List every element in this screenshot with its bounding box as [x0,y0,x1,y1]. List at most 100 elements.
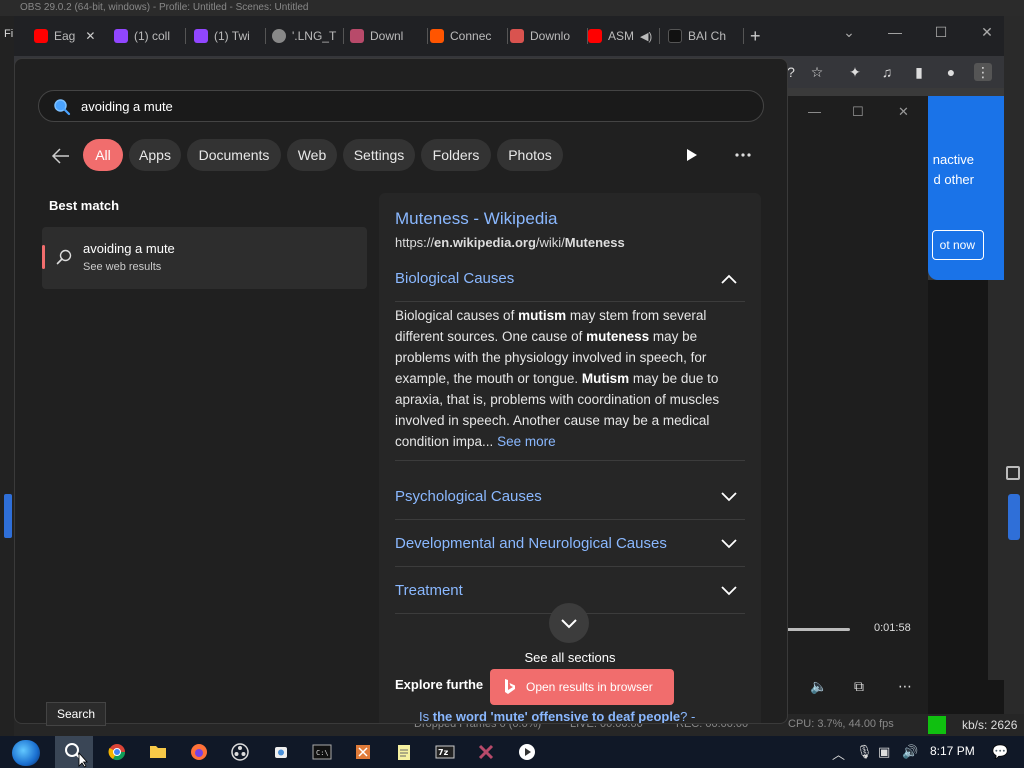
app-icon[interactable] [267,740,295,764]
tab-2[interactable]: (1) Twi [194,26,266,46]
tab-label: Connec [450,29,492,43]
obs-icon[interactable] [226,740,254,764]
selection-indicator [42,245,45,269]
section-biological-causes[interactable]: Biological Causes [395,256,745,302]
volume-icon[interactable]: 🔊 [902,744,918,760]
chevron-down-icon[interactable] [721,586,737,596]
youtube-icon [34,29,48,43]
file-explorer-icon[interactable] [144,740,172,764]
tab-search-icon[interactable]: ⌄ [826,16,872,48]
notification-card: nactive d other ot now [928,96,1004,280]
tab-3[interactable]: '.LNG_T [272,26,344,46]
close-icon[interactable]: ✕ [898,104,909,120]
show-hidden-icons[interactable]: ︿ [832,744,845,763]
bookmark-star-icon[interactable]: ☆ [808,63,826,81]
tab-label: (1) coll [134,29,171,43]
filter-settings[interactable]: Settings [343,139,415,171]
terminal-icon[interactable]: C:\ [308,740,336,764]
tab-6[interactable]: Downlo [510,26,588,46]
related-question-link[interactable]: Is the word 'mute' offensive to deaf peo… [419,709,695,724]
more-options-icon[interactable]: ⋯ [898,678,912,695]
url-domain: en.wikipedia.org [434,235,536,250]
scrollbar[interactable] [988,280,1004,680]
wiki-title-link[interactable]: Muteness - Wikipedia [395,209,558,229]
best-match-result[interactable]: avoiding a mute See web results [42,227,367,289]
play-icon[interactable] [685,148,699,162]
section-developmental-causes[interactable]: Developmental and Neurological Causes [395,521,745,567]
new-tab-button[interactable]: + [750,26,770,46]
back-arrow-icon[interactable] [51,147,71,165]
chevron-down-icon[interactable] [721,539,737,549]
expand-all-button[interactable] [549,603,589,643]
see-more-link[interactable]: See more [497,434,556,449]
background-blue-button[interactable] [1008,494,1020,540]
filter-folders[interactable]: Folders [421,139,491,171]
url-prefix: https:// [395,235,435,250]
speaker-icon[interactable]: ◀) [640,30,652,43]
extensions-icon[interactable]: ✦ [846,63,864,81]
notifications-icon[interactable]: 💬 [992,744,1008,760]
chrome-menu-icon[interactable]: ⋮ [974,63,992,81]
search-icon [54,99,71,116]
background-blue-button[interactable] [4,494,12,538]
chevron-down-icon[interactable] [721,492,737,502]
open-in-browser-button[interactable]: Open results in browser [490,669,674,705]
explore-further-heading: Explore furthe [395,677,484,692]
open-in-browser-label: Open results in browser [526,680,653,694]
tab-label: '.LNG_T [292,29,337,43]
tab-5[interactable]: Connec [430,26,508,46]
filter-apps[interactable]: Apps [129,139,181,171]
microphone-icon[interactable]: 🎙 [856,744,873,760]
cast-icon[interactable]: ⧉ [854,678,864,695]
result-subtitle: See web results [83,261,162,273]
firefox-icon[interactable] [185,740,213,764]
site-icon [668,29,682,43]
search-input[interactable] [81,91,721,121]
media-control-icon[interactable]: ♫ [878,63,896,81]
more-options-icon[interactable] [735,153,751,157]
tab-4[interactable]: Downl [350,26,428,46]
volume-icon[interactable]: 🔈 [810,678,827,695]
notification-text: nactive d other [932,152,974,187]
maximize-icon[interactable]: ☐ [918,16,964,48]
filter-web[interactable]: Web [287,139,337,171]
profile-icon[interactable]: ● [942,63,960,81]
minimize-icon[interactable]: — [872,16,918,48]
tab-7[interactable]: ASM ◀) [588,26,660,46]
file-menu-fragment[interactable]: Fi [4,28,13,40]
app-icon[interactable] [349,740,377,764]
filter-documents[interactable]: Documents [187,139,281,171]
tab-0[interactable]: Eag ✕ [34,26,106,46]
taskbar: C:\ 7z ︿ 🎙 ▣ 🔊 8:17 PM 💬 [0,736,1024,768]
filter-photos[interactable]: Photos [497,139,563,171]
start-button[interactable] [12,740,40,766]
close-tab-icon[interactable]: ✕ [85,29,95,43]
network-icon[interactable]: ▣ [878,744,890,760]
svg-text:7z: 7z [438,748,449,757]
chevron-up-icon[interactable] [721,274,737,284]
body-text: Biological causes of [395,308,519,323]
minimize-icon[interactable]: — [808,104,821,119]
tab-1[interactable]: (1) coll [114,26,186,46]
notepad-icon[interactable] [390,740,418,764]
taskbar-search-button[interactable] [55,736,93,768]
app-icon[interactable] [472,740,500,764]
chrome-icon[interactable] [103,740,131,764]
maximize-icon[interactable]: ☐ [852,104,864,120]
side-panel-icon[interactable]: ▮ [910,63,928,81]
divider [395,460,745,461]
youtube-icon [588,29,602,43]
not-now-button[interactable]: ot now [932,230,984,260]
related-bold: the word 'mute' offensive to deaf people [432,709,681,724]
clock[interactable]: 8:17 PM [930,744,975,758]
filter-all[interactable]: All [83,139,123,171]
see-all-sections-link[interactable]: See all sections [379,650,761,665]
tab-label: Downlo [530,29,571,43]
playback-time: 0:01:58 [874,622,911,634]
section-psychological-causes[interactable]: Psychological Causes [395,474,745,520]
media-player-icon[interactable] [513,740,541,764]
twitch-icon [114,29,128,43]
tab-8[interactable]: BAI Ch [668,26,744,46]
7zip-icon[interactable]: 7z [431,740,459,764]
wiki-url: https://en.wikipedia.org/wiki/Muteness [395,235,625,250]
